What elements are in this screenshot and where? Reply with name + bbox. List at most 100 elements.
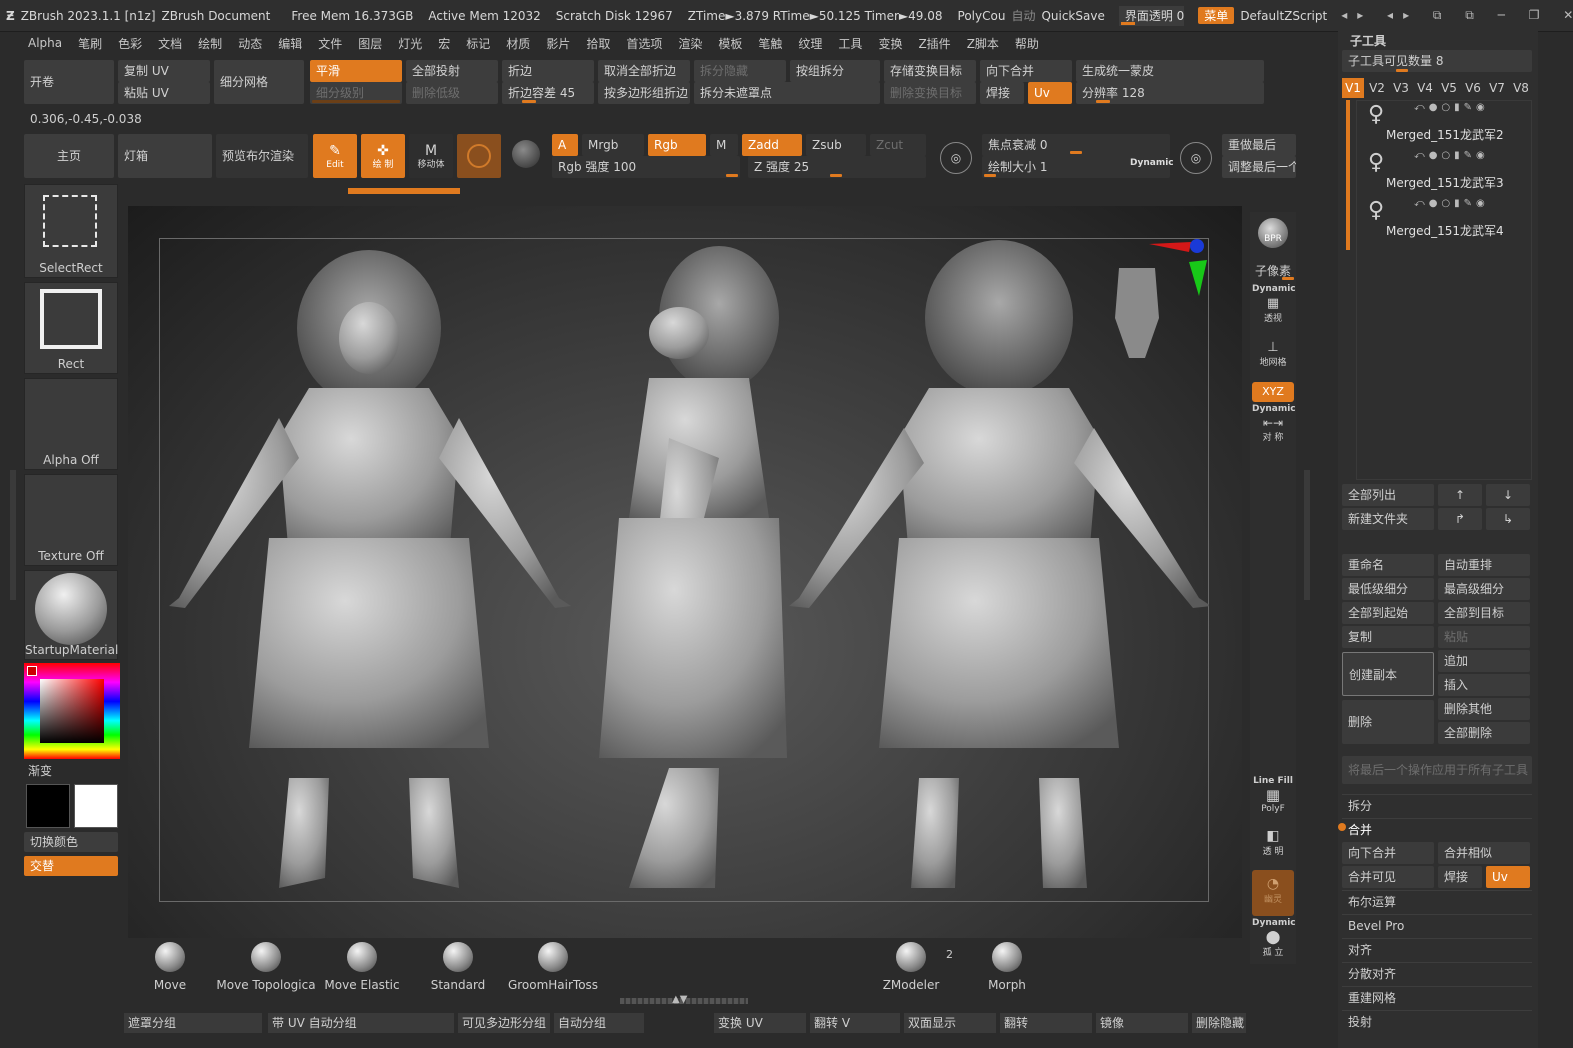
- bevel-pro-section[interactable]: Bevel Pro: [1342, 914, 1532, 937]
- zadd-toggle[interactable]: Zadd: [742, 134, 802, 156]
- brush-zmodeler[interactable]: ZModeler: [880, 942, 942, 992]
- visible-count-slider[interactable]: 子工具可见数量 8: [1342, 50, 1532, 72]
- paste-button[interactable]: 粘贴: [1438, 626, 1530, 648]
- delete-all-button[interactable]: 全部删除: [1438, 722, 1530, 744]
- subtool-controls-icon[interactable]: ⤺●○▮✎◉: [1414, 198, 1489, 209]
- all-to-start-button[interactable]: 全部到起始: [1342, 602, 1434, 624]
- project-section[interactable]: 投射: [1342, 1010, 1532, 1033]
- main-color-swatch[interactable]: [74, 784, 118, 828]
- menu-item[interactable]: 帮助: [1007, 35, 1047, 52]
- menu-item[interactable]: Alpha: [20, 36, 70, 50]
- quicksave-button[interactable]: QuickSave: [1041, 9, 1104, 23]
- flip-v-button[interactable]: 翻转 V: [810, 1013, 900, 1033]
- brush-move-topological[interactable]: Move Topologica: [216, 942, 316, 992]
- menu-item[interactable]: 渲染: [670, 35, 710, 52]
- new-folder-button[interactable]: 新建文件夹: [1342, 508, 1434, 530]
- alternate-button[interactable]: 交替: [24, 856, 118, 876]
- distribute-section[interactable]: 分散对齐: [1342, 962, 1532, 985]
- subtool-controls-icon[interactable]: ⤺●○▮✎◉: [1414, 102, 1489, 113]
- apply-to-all-button[interactable]: 将最后一个操作应用于所有子工具: [1342, 756, 1532, 784]
- insert-button[interactable]: 插入: [1438, 674, 1530, 696]
- a-toggle[interactable]: A: [552, 134, 578, 156]
- draw-mode-button[interactable]: ✜ 绘 制: [361, 134, 405, 178]
- folder-down-icon[interactable]: ↳: [1486, 508, 1530, 530]
- brush-move-elastic[interactable]: Move Elastic: [324, 942, 400, 992]
- solo-button[interactable]: ⬤ 孤 立: [1252, 930, 1294, 960]
- subtool-item[interactable]: ♀ ⤺●○▮✎◉ Merged_151龙武军2: [1362, 100, 1530, 146]
- shelf-arrows-icon[interactable]: ▲▼: [672, 994, 687, 1005]
- ghost-button[interactable]: ◔ 幽灵: [1252, 870, 1294, 916]
- delete-morph-button[interactable]: 删除变换目标: [884, 82, 976, 104]
- home-button[interactable]: 主页: [24, 134, 114, 178]
- crease-tolerance-slider[interactable]: 折边容差 45: [502, 82, 594, 104]
- menu-item[interactable]: 影片: [538, 35, 578, 52]
- auto-reorder-button[interactable]: 自动重排: [1438, 554, 1530, 576]
- uv-toggle[interactable]: Uv: [1028, 82, 1072, 104]
- rename-button[interactable]: 重命名: [1342, 554, 1434, 576]
- copy-uv-button[interactable]: 复制 UV: [118, 60, 210, 82]
- move-up-arrow-icon[interactable]: ↑: [1438, 484, 1482, 506]
- menu-item[interactable]: 绘制: [190, 35, 230, 52]
- xyz-symmetry-button[interactable]: XYZ: [1252, 382, 1294, 402]
- color-picker[interactable]: [24, 663, 120, 759]
- stroke-icon[interactable]: [512, 140, 540, 168]
- bpr-button[interactable]: BPR: [1252, 216, 1294, 256]
- default-zscript-button[interactable]: DefaultZScript: [1240, 9, 1327, 23]
- select-rect-tile[interactable]: SelectRect: [24, 184, 118, 278]
- store-morph-button[interactable]: 存储变换目标: [884, 60, 976, 82]
- left-tray-handle[interactable]: [10, 470, 16, 600]
- move-down-arrow-icon[interactable]: ↓: [1486, 484, 1530, 506]
- subtool-title[interactable]: 子工具: [1344, 30, 1386, 52]
- mrgb-toggle[interactable]: Mrgb: [582, 134, 644, 156]
- adjust-last-button[interactable]: 调整最后一个: [1222, 156, 1296, 178]
- symmetry-button[interactable]: ⇤⇥ 对 称: [1252, 416, 1294, 444]
- rect-tile[interactable]: Rect: [24, 282, 118, 374]
- dynamic-sym-label[interactable]: Dynamic: [1252, 404, 1296, 414]
- navigation-head-gizmo[interactable]: [1115, 268, 1159, 358]
- append-button[interactable]: 追加: [1438, 650, 1530, 672]
- align-section[interactable]: 对齐: [1342, 938, 1532, 961]
- redo-last-button[interactable]: 重做最后: [1222, 134, 1296, 156]
- perspective-button[interactable]: ▦ 透视: [1252, 296, 1294, 324]
- menu-item[interactable]: 模板: [710, 35, 750, 52]
- dynamic-size-icon[interactable]: ◎: [1180, 142, 1212, 174]
- crease-button[interactable]: 折边: [502, 60, 594, 82]
- material-sphere-button[interactable]: [457, 134, 501, 178]
- auto-groups-button[interactable]: 自动分组: [554, 1013, 644, 1033]
- mask-groups-button[interactable]: 遮罩分组: [124, 1013, 262, 1033]
- m-toggle[interactable]: M: [710, 134, 738, 156]
- menu-item[interactable]: 首选项: [618, 35, 670, 52]
- window-controls[interactable]: ◂▸ ◂▸ ⧉ ⧉ ─ ❐ ✕: [1341, 8, 1573, 23]
- paste-uv-button[interactable]: 粘贴 UV: [118, 82, 210, 104]
- delete-lower-button[interactable]: 删除低级: [406, 82, 498, 104]
- delete-other-button[interactable]: 删除其他: [1438, 698, 1530, 720]
- right-tray-handle[interactable]: [1304, 470, 1310, 600]
- transparency-button[interactable]: ◧ 透 明: [1252, 828, 1294, 862]
- subtool-controls-icon[interactable]: ⤺●○▮✎◉: [1414, 150, 1489, 161]
- menu-item[interactable]: 拾取: [578, 35, 618, 52]
- dynamic-label[interactable]: Dynamic: [1130, 158, 1174, 168]
- uv-merge-toggle[interactable]: Uv: [1486, 866, 1530, 888]
- subtool-item[interactable]: ♀ ⤺●○▮✎◉ Merged_151龙武军3: [1362, 148, 1530, 194]
- menu-item[interactable]: 色彩: [110, 35, 150, 52]
- lightbox-button[interactable]: 灯箱: [118, 134, 212, 178]
- polyf-button[interactable]: ▦ PolyF: [1252, 786, 1294, 816]
- menu-item[interactable]: 灯光: [390, 35, 430, 52]
- version-tab-v2[interactable]: V2: [1366, 78, 1388, 98]
- subtool-item[interactable]: ♀ ⤺●○▮✎◉ Merged_151龙武军4: [1362, 196, 1530, 242]
- merge-similar-button[interactable]: 合并相似: [1438, 842, 1530, 864]
- delete-button[interactable]: 删除: [1342, 700, 1434, 744]
- alpha-tile[interactable]: Alpha Off: [24, 378, 118, 470]
- menu-item[interactable]: 工具: [830, 35, 870, 52]
- merge-visible-button[interactable]: 合并可见: [1342, 866, 1434, 888]
- brush-move[interactable]: Move: [150, 942, 190, 992]
- weld-button[interactable]: 焊接: [980, 82, 1024, 104]
- brush-morph[interactable]: Morph: [982, 942, 1032, 992]
- menu-item[interactable]: 图层: [350, 35, 390, 52]
- merge-section[interactable]: 合并: [1342, 818, 1532, 841]
- merge-down-button[interactable]: 向下合并: [980, 60, 1072, 82]
- dynamic-persp-label[interactable]: Dynamic: [1252, 284, 1296, 294]
- project-all-button[interactable]: 全部投射: [406, 60, 498, 82]
- switch-color-button[interactable]: 切换颜色: [24, 832, 118, 852]
- subdivide-button[interactable]: 细分网格: [214, 60, 304, 104]
